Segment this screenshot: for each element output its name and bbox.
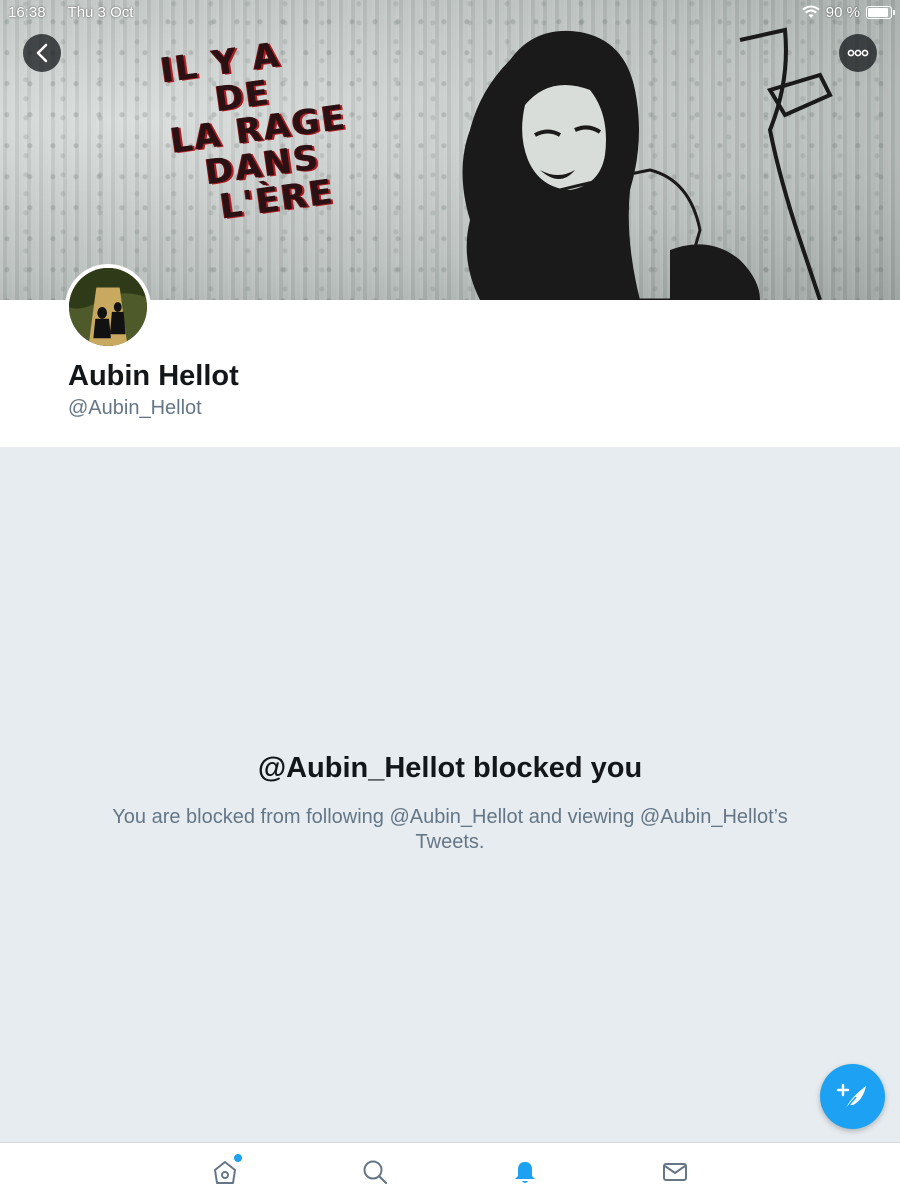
blocked-notice: @Aubin_Hellot blocked you You are blocke… <box>0 447 900 1143</box>
status-date: Thu 3 Oct <box>67 3 134 21</box>
more-options-button[interactable] <box>839 34 877 72</box>
tab-home[interactable] <box>210 1154 242 1187</box>
profile-handle: @Aubin_Hellot <box>68 397 202 419</box>
banner-stencil-figure <box>462 27 833 300</box>
compose-tweet-button[interactable] <box>820 1064 885 1129</box>
blocked-title: @Aubin_Hellot blocked you <box>257 752 643 784</box>
home-icon <box>214 1161 236 1184</box>
tab-search[interactable] <box>360 1157 390 1187</box>
tab-messages[interactable] <box>660 1157 690 1187</box>
battery-percent: 90 % <box>825 3 860 21</box>
more-icon <box>847 49 869 57</box>
search-icon <box>363 1160 388 1185</box>
bottom-tab-bar <box>0 1142 900 1200</box>
banner-graffiti-text: IL Y A DE LA RAGE DANS L'ÈRE <box>158 34 350 228</box>
blocked-description: You are blocked from following @Aubin_He… <box>112 806 788 853</box>
home-unread-dot <box>234 1154 242 1162</box>
compose-feather-icon <box>836 1083 866 1111</box>
avatar-photo <box>69 268 147 346</box>
profile-banner: IL Y A DE LA RAGE DANS L'ÈRE <box>0 0 900 300</box>
wifi-icon <box>802 5 820 18</box>
status-time: 16:38 <box>8 3 46 21</box>
avatar[interactable] <box>65 264 151 350</box>
status-bar: 16:38 Thu 3 Oct 90 % <box>0 0 900 24</box>
back-button[interactable] <box>23 34 61 72</box>
chevron-left-icon <box>36 43 48 63</box>
display-name: Aubin Hellot <box>68 360 239 392</box>
battery-icon <box>866 5 895 19</box>
bell-icon <box>515 1162 535 1183</box>
status-right: 90 % <box>802 3 895 21</box>
mail-icon <box>663 1163 687 1181</box>
tab-notifications[interactable] <box>510 1157 540 1187</box>
